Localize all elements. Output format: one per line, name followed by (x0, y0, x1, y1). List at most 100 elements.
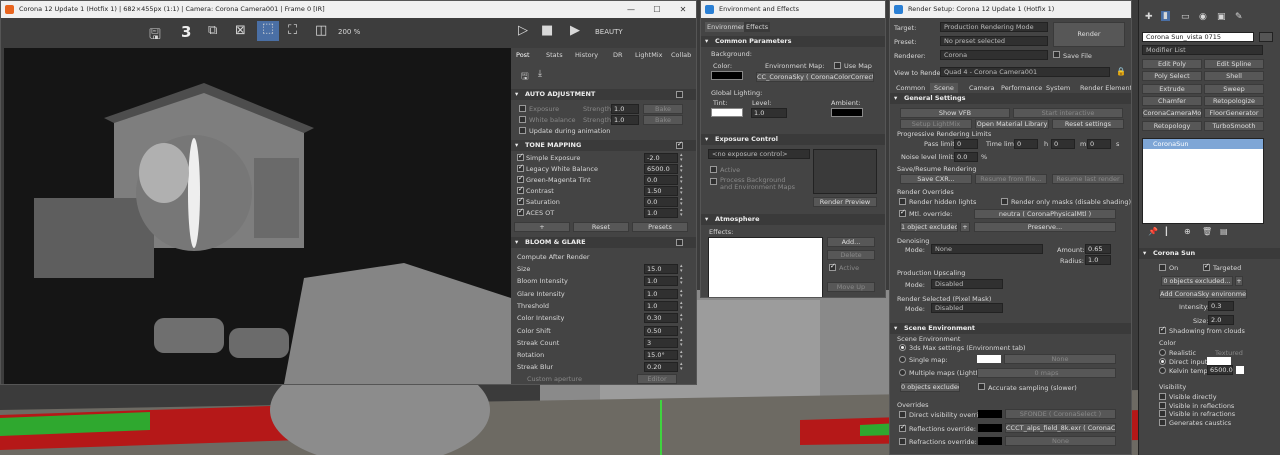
tab-render-elements[interactable]: Render Elements (1080, 84, 1131, 92)
shadowing-checkbox[interactable] (1159, 325, 1166, 334)
tone-row-spinner[interactable]: ▴ ▾ (680, 186, 685, 196)
tab-camera[interactable]: Camera (969, 84, 995, 92)
common-params-header[interactable]: Common Parameters (701, 36, 885, 47)
editor-button[interactable]: Editor (637, 374, 677, 384)
env-map-button[interactable]: CC_CoronaSky ( CoronaColorCorrect ) (756, 72, 874, 82)
atmosphere-header[interactable]: Atmosphere (701, 214, 885, 225)
modifier-button[interactable]: Sweep (1204, 83, 1264, 94)
tone-row-checkbox[interactable] (517, 174, 524, 183)
fit-icon[interactable]: ⛶ (288, 23, 297, 38)
tab-common[interactable]: Common (896, 84, 925, 92)
general-settings-header[interactable]: General Settings (890, 93, 1131, 104)
tab-stats[interactable]: Stats (546, 51, 563, 59)
tone-row-checkbox[interactable] (517, 163, 524, 172)
tone-row-value[interactable]: 0.0 (644, 197, 678, 207)
load-post-icon[interactable]: ⤓ (538, 69, 542, 79)
intensity-input[interactable]: 0.3 (1208, 301, 1234, 311)
object-name-input[interactable]: Corona Sun_vista 0715 (1142, 32, 1254, 42)
modifier-button[interactable]: Shell (1204, 71, 1264, 82)
rs-titlebar[interactable]: Render Setup: Corona 12 Update 1 (Hotfix… (890, 1, 1131, 18)
accurate-sampling-checkbox[interactable] (978, 383, 985, 390)
hidden-lights-checkbox[interactable] (899, 198, 906, 205)
add-sky-button[interactable]: Add CoronaSky environment (1159, 289, 1247, 299)
sun-on-checkbox[interactable] (1159, 264, 1166, 271)
tab-dr[interactable]: DR (613, 51, 623, 59)
modifier-button[interactable]: Edit Spline (1204, 59, 1264, 69)
amount-input[interactable]: 0.65 (1085, 244, 1111, 254)
split-icon[interactable]: ◫ (315, 23, 327, 38)
sun-excluded-button[interactable]: 0 objects excluded... (1161, 276, 1233, 286)
save-file-checkbox[interactable] (1053, 51, 1060, 58)
refractions-swatch[interactable] (978, 437, 1002, 445)
kelvin-input[interactable]: 6500.0 (1207, 365, 1233, 375)
tint-swatch[interactable] (711, 108, 743, 117)
single-map-swatch[interactable] (977, 355, 1001, 363)
modifier-button[interactable]: FloorGenerator (1204, 108, 1264, 119)
bloom-row-spinner[interactable]: ▴ ▾ (680, 288, 685, 299)
minimize-icon[interactable]: — (618, 1, 644, 18)
tab-scene[interactable]: Scene (930, 83, 958, 93)
update-anim-checkbox[interactable] (519, 127, 526, 134)
tone-header[interactable]: TONE MAPPING (511, 140, 696, 151)
tone-row-checkbox[interactable] (517, 196, 524, 205)
resume-last-button[interactable]: Resume last render (1052, 174, 1124, 184)
bloom-row-spinner[interactable]: ▴ ▾ (680, 300, 685, 311)
render-type-select[interactable]: BEAUTY (595, 28, 623, 36)
tone-row-spinner[interactable]: ▴ ▾ (680, 153, 685, 163)
dvo-swatch[interactable] (978, 410, 1002, 418)
exposure-active-checkbox[interactable] (710, 166, 717, 173)
pass-limit-input[interactable]: 0 (954, 139, 978, 149)
tab-collab[interactable]: Collab (671, 51, 691, 59)
max-settings-radio[interactable] (899, 344, 906, 351)
modify-icon[interactable]: ▮ (1161, 11, 1170, 21)
exposure-strength[interactable]: 1.0 (611, 104, 639, 114)
noise-limit-input[interactable]: 0.0 (954, 152, 978, 162)
object-color-swatch[interactable] (1259, 32, 1273, 42)
reset-settings-button[interactable]: Reset settings (1052, 119, 1124, 129)
size-input[interactable]: 2.0 (1208, 315, 1234, 325)
render-setup-window[interactable]: Render Setup: Corona 12 Update 1 (Hotfix… (889, 0, 1132, 455)
tone-add-button[interactable]: + (514, 222, 570, 232)
exposure-select[interactable]: <no exposure control> (708, 149, 810, 159)
tone-row-spinner[interactable]: ▴ ▾ (680, 208, 685, 218)
preserve-button[interactable]: Preserve... (974, 222, 1116, 232)
bloom-row-spinner[interactable]: ▴ ▾ (680, 350, 685, 360)
show-end-icon[interactable]: ┃ (1164, 227, 1169, 236)
dvo-checkbox[interactable] (899, 411, 906, 418)
bake-exposure-button[interactable]: Bake (643, 104, 683, 114)
exposure-header[interactable]: Exposure Control (701, 134, 885, 145)
visibility-checkbox[interactable] (1159, 410, 1166, 418)
ambient-swatch[interactable] (831, 108, 863, 117)
bloom-row-spinner[interactable]: ▴ ▾ (680, 276, 685, 286)
utilities-icon[interactable]: ✎ (1235, 12, 1243, 22)
tone-row-checkbox[interactable] (517, 185, 524, 194)
save-icon[interactable]: 🖫 (149, 24, 161, 48)
preset-select[interactable]: No preset selected (940, 36, 1048, 46)
env-excluded-button[interactable]: 0 objects excluded... (900, 382, 960, 392)
tab-lightmix[interactable]: LightMix (635, 51, 662, 59)
remove-modifier-icon[interactable]: 🗑 (1202, 227, 1212, 236)
refractions-button[interactable]: None (1005, 436, 1116, 446)
close-icon[interactable]: ✕ (670, 1, 696, 18)
bloom-row-value[interactable]: 1.0 (644, 300, 678, 311)
modifier-button[interactable]: Extrude (1142, 83, 1202, 94)
kelvin-swatch[interactable] (1236, 366, 1244, 374)
corona-sun-header[interactable]: Corona Sun (1139, 248, 1280, 259)
make-unique-icon[interactable]: ⊕ (1184, 227, 1191, 236)
multiple-maps-radio[interactable] (899, 369, 906, 376)
copy-icon[interactable]: ⧉ (208, 23, 217, 38)
refractions-checkbox[interactable] (899, 438, 906, 445)
modifier-button[interactable]: Chamfer (1142, 95, 1202, 106)
time-m-input[interactable]: 0 (1051, 139, 1075, 149)
bg-color-swatch[interactable] (711, 71, 743, 80)
maximize-icon[interactable]: ☐ (644, 1, 670, 18)
create-icon[interactable]: ✚ (1145, 12, 1153, 22)
effect-active-checkbox[interactable] (829, 262, 836, 271)
visibility-checkbox[interactable] (1159, 401, 1166, 409)
bloom-row-value[interactable]: 0.30 (644, 313, 678, 324)
dvo-button[interactable]: SFONDE ( CoronaSelect ) (1005, 409, 1116, 419)
target-select[interactable]: Production Rendering Mode (940, 22, 1048, 32)
start-interactive-button[interactable]: Start interactive (1013, 108, 1123, 118)
mtl-add-button[interactable]: + (960, 222, 970, 232)
bloom-row-value[interactable]: 15.0 (644, 264, 678, 274)
